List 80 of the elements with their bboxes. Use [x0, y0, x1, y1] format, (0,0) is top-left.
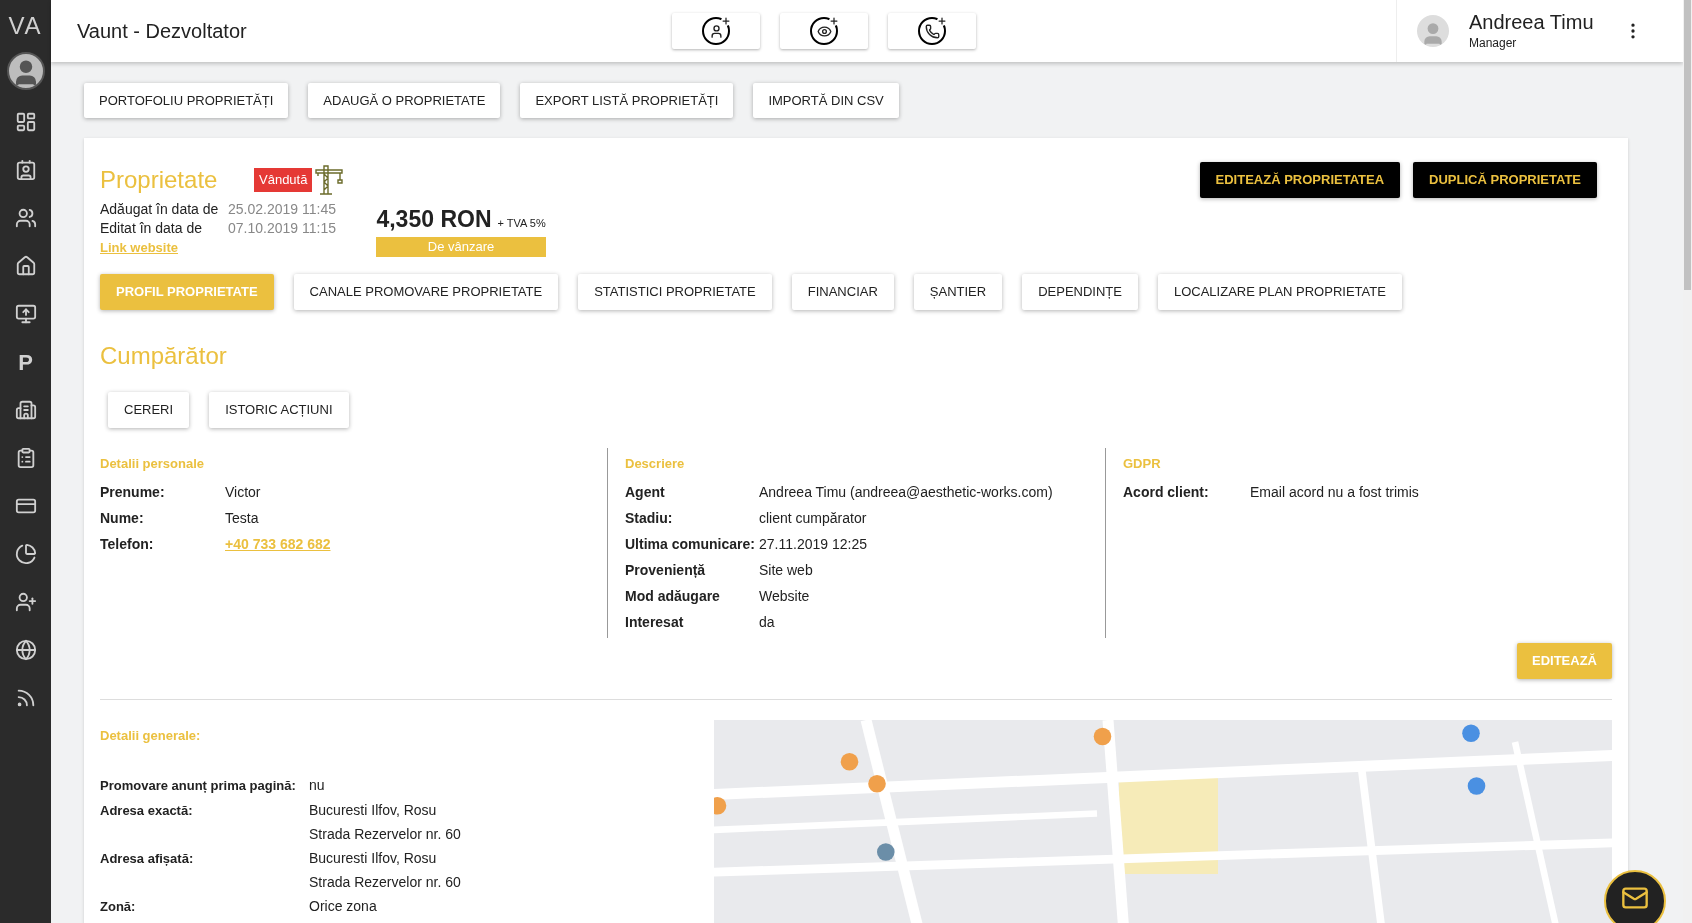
action-button[interactable]: ADAUGĂ O PROPRIETATE — [308, 83, 501, 118]
field-value: da — [759, 612, 775, 632]
section-heading: Detalii generale: — [100, 726, 201, 745]
section-title: Proprietate — [100, 165, 219, 195]
field-label: Adresa afișată: — [100, 850, 195, 868]
sidebar-item[interactable]: P — [18, 345, 33, 379]
field-label: Agent — [625, 482, 666, 502]
section-title: Cumpărător — [100, 340, 227, 371]
added-label: Adăugat în data de — [100, 200, 220, 219]
home-icon[interactable] — [14, 255, 37, 277]
scrollbar-thumb[interactable] — [1684, 0, 1691, 290]
tab[interactable]: LOCALIZARE PLAN PROPRIETATE — [1157, 273, 1402, 310]
field-value: Bucuresti Ilfov, Rosu — [309, 801, 438, 820]
people-icon[interactable] — [14, 207, 37, 229]
field-value: client cumpărator — [759, 508, 867, 528]
field-value: 27.11.2019 12:25 — [759, 534, 867, 554]
status-badge: Vândută — [254, 168, 313, 192]
field-label: Promovare anunț prima pagină: — [100, 777, 297, 795]
field-value: Site web — [759, 560, 813, 580]
tab[interactable]: DEPENDINȚE — [1022, 273, 1138, 310]
column-heading: GDPR — [1123, 454, 1161, 473]
avatar-icon[interactable] — [6, 52, 45, 90]
added-date: 25.02.2019 11:45 — [228, 200, 336, 219]
field-label: Mod adăugare — [625, 586, 721, 606]
buildings-icon[interactable] — [14, 399, 37, 421]
edited-label: Editat în data de — [100, 219, 203, 238]
pie-chart-icon[interactable] — [14, 543, 37, 565]
dashboard-icon[interactable] — [14, 111, 37, 133]
action-button[interactable]: PORTOFOLIU PROPRIETĂȚI — [84, 83, 289, 118]
toolbar-button[interactable] — [888, 13, 976, 49]
field-value: Bucuresti Ilfov, Rosu — [309, 849, 438, 868]
field-label: Telefon: — [100, 534, 155, 554]
action-button[interactable]: IMPORTĂ DIN CSV — [753, 83, 899, 118]
contact-card-icon[interactable] — [14, 159, 37, 181]
field-value: Strada Rezervelor nr. 60 — [309, 825, 461, 844]
field-value: Website — [759, 586, 810, 606]
logo[interactable]: VA — [8, 0, 43, 52]
tab[interactable]: CANALE PROMOVARE PROPRIETATE — [293, 273, 559, 310]
property-button[interactable]: EDITEAZĂ PROPRIETATEA — [1199, 162, 1401, 198]
field-value: nu — [309, 776, 325, 795]
user-name: Andreea Timu — [1469, 10, 1594, 34]
field-value: Strada Rezervelor nr. 60 — [309, 873, 461, 892]
field-label: Adresa exactă: — [100, 802, 194, 820]
subtab[interactable]: CERERI — [108, 391, 190, 428]
globe-icon[interactable] — [14, 639, 37, 661]
field-label: Ultima comunicare: — [625, 534, 756, 554]
field-label: Proveniență — [625, 560, 707, 580]
edited-date: 07.10.2019 11:15 — [228, 219, 336, 238]
vat-note: + TVA 5% — [497, 216, 546, 231]
sale-status: De vânzare — [376, 236, 546, 257]
user-role: Manager — [1469, 35, 1518, 52]
column-heading: Descriere — [625, 454, 685, 473]
toolbar-button[interactable] — [780, 13, 868, 49]
field-label: Acord client: — [1123, 482, 1210, 502]
subtab[interactable]: ISTORIC ACȚIUNI — [209, 391, 349, 428]
field-label: Interesat — [625, 612, 685, 632]
field-label: Zonă: — [100, 898, 137, 916]
tab[interactable]: ȘANTIER — [913, 273, 1003, 310]
field-label: Stadiu: — [625, 508, 674, 528]
toolbar-button[interactable] — [672, 13, 760, 49]
field-value: Andreea Timu (andreea@aesthetic-works.com) — [759, 482, 1053, 502]
field-value: Orice zona — [309, 897, 377, 916]
action-button[interactable]: EXPORT LISTĂ PROPRIETĂȚI — [520, 83, 734, 118]
field-value: Victor — [225, 482, 261, 502]
field-value: Testa — [225, 508, 259, 528]
add-user-icon — [702, 17, 730, 45]
column-heading: Detalii personale — [100, 454, 205, 473]
price: 4,350 RON — [376, 205, 492, 234]
tab[interactable]: FINANCIAR — [791, 273, 894, 310]
eye-icon — [810, 17, 838, 45]
phone-icon — [918, 17, 946, 45]
property-button[interactable]: DUPLICĂ PROPRIETATE — [1413, 162, 1597, 198]
screen-share-icon[interactable] — [14, 303, 37, 325]
field-label: Nume: — [100, 508, 145, 528]
app-title: Vaunt - Dezvoltator — [77, 19, 248, 44]
field-value: Email acord nu a fost trimis — [1250, 482, 1419, 502]
add-group-icon[interactable] — [14, 591, 37, 613]
tab[interactable]: STATISTICI PROPRIETATE — [578, 273, 772, 310]
field-label: Prenume: — [100, 482, 166, 502]
mail-button[interactable] — [1604, 870, 1666, 923]
